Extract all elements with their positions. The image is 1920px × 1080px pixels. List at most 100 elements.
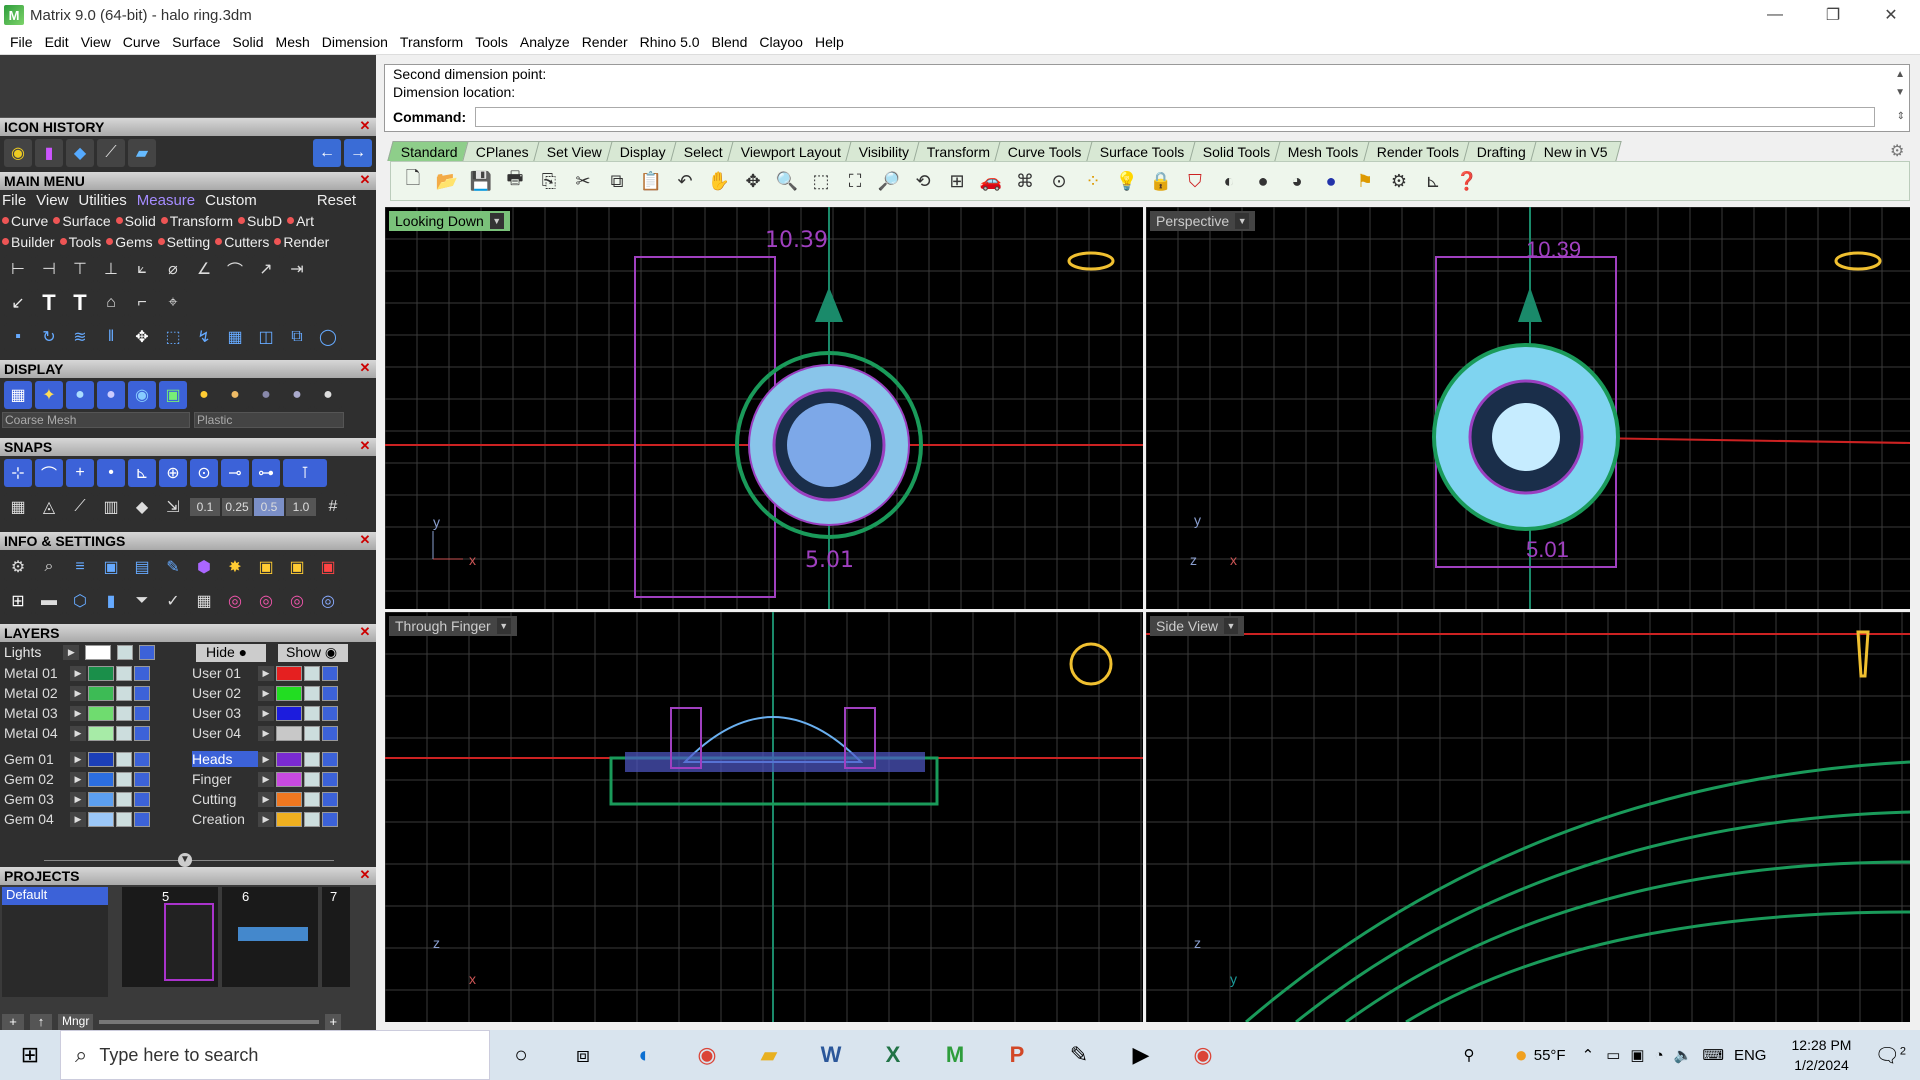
keyboard-icon[interactable]: ⌨ <box>1702 1046 1724 1064</box>
diamond-material-icon[interactable]: ● <box>314 381 342 409</box>
tab-set-view[interactable]: Set View <box>533 141 616 161</box>
undo-icon[interactable]: ↶ <box>671 167 699 195</box>
layer-row[interactable]: Cutting ▶ <box>192 790 338 808</box>
edge-icon[interactable]: ◐ <box>614 1030 676 1080</box>
lock-icon[interactable] <box>304 751 320 767</box>
play-icon[interactable]: ▶ <box>70 705 86 721</box>
layer-color-swatch[interactable] <box>88 771 114 787</box>
layer-row[interactable]: Metal 01 ▶ <box>4 664 150 682</box>
diamond-snap-icon[interactable]: ◆ <box>128 493 156 521</box>
project-slot[interactable]: 7 <box>322 887 350 987</box>
mm-tab-measure[interactable]: Measure <box>137 192 195 209</box>
layer-color-swatch[interactable] <box>88 791 114 807</box>
language[interactable]: ENG <box>1734 1047 1767 1064</box>
visible-icon[interactable] <box>322 771 338 787</box>
layer-row[interactable]: User 01 ▶ <box>192 664 338 682</box>
rotate-icon[interactable]: ↻ <box>35 323 63 351</box>
layer-row[interactable]: Finger ▶ <box>192 770 338 788</box>
cat-setting[interactable]: Setting <box>157 234 210 250</box>
volume-icon[interactable]: 🔈 <box>1674 1046 1693 1064</box>
play-icon[interactable]: ▶ <box>70 751 86 767</box>
project-list[interactable]: Default <box>2 887 108 997</box>
hash-icon[interactable]: # <box>319 493 347 521</box>
open-folder-icon[interactable]: ▰ <box>128 139 156 167</box>
dropdown-arrow-icon[interactable]: ▼ <box>1224 618 1239 634</box>
project-scrollbar[interactable] <box>99 1020 320 1024</box>
tab-render-tools[interactable]: Render Tools <box>1362 141 1473 161</box>
snap-quad-icon[interactable]: ⊶ <box>252 459 280 487</box>
zoom-extents-icon[interactable]: ⛶ <box>841 167 869 195</box>
layer-color-swatch[interactable] <box>88 751 114 767</box>
cat-solid[interactable]: Solid <box>115 213 156 229</box>
dim-arc-icon[interactable]: ⌒ <box>221 255 249 283</box>
close-icon[interactable]: ✕ <box>358 868 372 882</box>
material-sphere-icon[interactable]: ● <box>1249 167 1277 195</box>
sphere4-icon[interactable]: ◎ <box>314 587 342 615</box>
dim-aligned-icon[interactable]: ⊣ <box>35 255 63 283</box>
sphere2-icon[interactable]: ◎ <box>252 587 280 615</box>
light-icon[interactable]: ✸ <box>221 553 249 581</box>
measure-icon[interactable]: ⌖ <box>159 289 187 317</box>
options-icon[interactable]: ⚙ <box>4 553 32 581</box>
close-icon[interactable]: ✕ <box>358 173 372 187</box>
tab-solid-tools[interactable]: Solid Tools <box>1188 141 1284 161</box>
lock-icon[interactable] <box>304 791 320 807</box>
circle-target-icon[interactable]: ⊙ <box>1045 167 1073 195</box>
word-icon[interactable]: W <box>800 1030 862 1080</box>
layer-color-swatch[interactable] <box>88 705 114 721</box>
menu-dimension[interactable]: Dimension <box>316 34 394 50</box>
layer-row[interactable]: Gem 02 ▶ <box>4 770 150 788</box>
color-wheel-icon[interactable]: ◐ <box>1215 167 1243 195</box>
dropdown-arrow-icon[interactable]: ▼ <box>489 213 504 229</box>
light-bulb-icon[interactable]: 💡 <box>1113 167 1141 195</box>
dim-angle-icon[interactable]: ∠ <box>190 255 218 283</box>
import-icon[interactable]: ⎘ <box>535 167 563 195</box>
visible-icon[interactable] <box>139 644 156 660</box>
open-file-icon[interactable]: 📂 <box>433 167 461 195</box>
grid-toggle-icon[interactable]: ▥ <box>97 493 125 521</box>
tab-select[interactable]: Select <box>669 141 737 161</box>
layer-color-swatch[interactable] <box>88 725 114 741</box>
filter-icon[interactable]: ⚑ <box>1351 167 1379 195</box>
lock-icon[interactable] <box>116 705 132 721</box>
cat-tools[interactable]: Tools <box>59 234 101 250</box>
hide-button[interactable]: Hide ● <box>196 644 266 662</box>
text-block-icon[interactable]: T <box>66 289 94 317</box>
layer-row[interactable]: Metal 04 ▶ <box>4 724 150 742</box>
lock-icon[interactable] <box>304 705 320 721</box>
shaded-mode-icon[interactable]: ● <box>66 381 94 409</box>
lock-icon[interactable] <box>304 811 320 827</box>
snap-mid-icon[interactable]: • <box>97 459 125 487</box>
cat-subd[interactable]: SubD <box>238 213 282 229</box>
ghost-mode-icon[interactable]: ✦ <box>35 381 63 409</box>
cut-icon[interactable]: ✂ <box>569 167 597 195</box>
play-icon[interactable]: ▶ <box>258 725 274 741</box>
layer-color-swatch[interactable] <box>276 685 302 701</box>
lights-color[interactable] <box>85 644 112 660</box>
task-view-icon[interactable]: ⧈ <box>552 1030 614 1080</box>
temperature[interactable]: 55°F <box>1534 1047 1566 1064</box>
twist-icon[interactable]: ⧉ <box>283 323 311 351</box>
mm-tab-view[interactable]: View <box>36 192 68 209</box>
maximize-button[interactable]: ❐ <box>1804 0 1862 30</box>
line-tool-icon[interactable]: ⟋ <box>97 139 125 167</box>
layers-icon[interactable]: ≡ <box>66 553 94 581</box>
options-gear-icon[interactable]: ⚙ <box>1385 167 1413 195</box>
dropdown-arrow-icon[interactable]: ▼ <box>1235 213 1250 229</box>
visible-icon[interactable] <box>134 665 150 681</box>
close-icon[interactable]: ✕ <box>358 361 372 375</box>
dot-icon[interactable]: ⌐ <box>128 289 156 317</box>
layer-row[interactable]: Creation ▶ <box>192 810 338 828</box>
tab-visibility[interactable]: Visibility <box>845 141 923 161</box>
dim-rotated-icon[interactable]: ⊤ <box>66 255 94 283</box>
layer-color-swatch[interactable] <box>276 665 302 681</box>
zoom-icon[interactable]: ⌕ <box>35 553 63 581</box>
layer-color-swatch[interactable] <box>88 665 114 681</box>
play-icon[interactable]: ▶ <box>70 665 86 681</box>
layer-row[interactable]: Metal 02 ▶ <box>4 684 150 702</box>
mm-tab-file[interactable]: File <box>2 192 26 209</box>
save-icon[interactable]: 💾 <box>467 167 495 195</box>
window3-icon[interactable]: ▣ <box>314 553 342 581</box>
menu-analyze[interactable]: Analyze <box>514 34 576 50</box>
viewport-side-view[interactable]: z y Side View ▼ <box>1146 612 1910 1022</box>
